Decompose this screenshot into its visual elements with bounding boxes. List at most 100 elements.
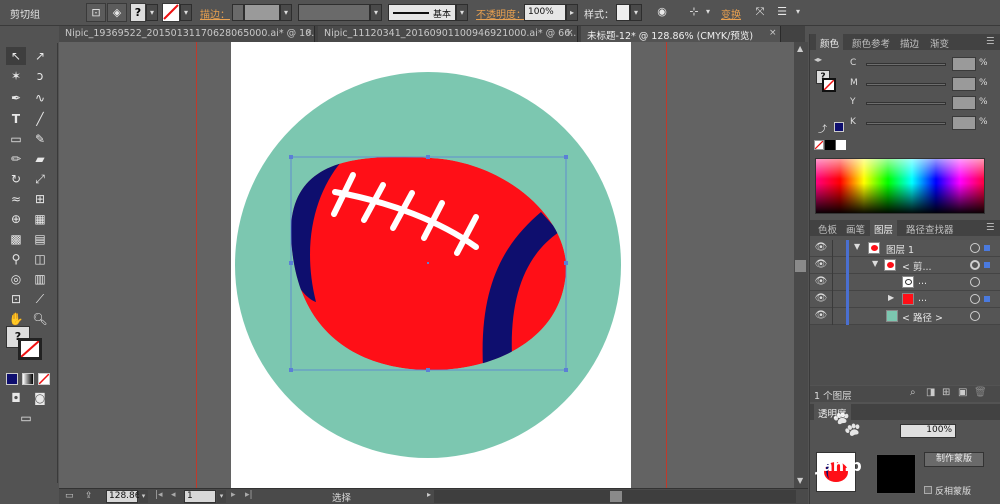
layer-row[interactable]: 👁︎ ▶ ...	[810, 291, 1000, 308]
width-tool-icon[interactable]: ≈	[6, 190, 26, 208]
target-icon[interactable]	[970, 277, 980, 287]
visibility-eye-icon[interactable]: 👁︎	[814, 241, 828, 255]
draw-behind-icon[interactable]: ◙	[30, 389, 50, 407]
stroke-swatch-button[interactable]	[162, 3, 180, 22]
shape-builder-tool-icon[interactable]: ⊕	[6, 210, 26, 228]
tab-color[interactable]: 颜色	[816, 34, 844, 50]
layer-name[interactable]: < 路径 >	[902, 310, 943, 324]
layer-name[interactable]: 图层 1	[886, 242, 914, 256]
stroke-swatch[interactable]	[18, 338, 42, 360]
scroll-down-icon[interactable]: ▼	[797, 476, 803, 485]
transform-each-icon[interactable]: ⤧	[750, 3, 770, 22]
paintbrush-tool-icon[interactable]: ✎	[30, 130, 50, 148]
visibility-eye-icon[interactable]: 👁︎	[814, 292, 828, 306]
channel-k-input[interactable]	[952, 116, 976, 130]
gradient-tool-icon[interactable]: ▤	[30, 230, 50, 248]
doc-tab-active[interactable]: 未标题-12* @ 128.86% (CMYK/预览)	[581, 26, 781, 42]
first-artboard-icon[interactable]: |◂	[155, 490, 163, 500]
screen-mode-icon[interactable]: ▭	[16, 409, 36, 427]
black-swatch[interactable]	[825, 140, 835, 150]
visibility-eye-icon[interactable]: 👁︎	[814, 309, 828, 323]
zoom-tool-icon[interactable]: 🔍︎	[30, 310, 50, 328]
scroll-thumb[interactable]	[795, 260, 806, 272]
export-icon[interactable]: ⇪	[85, 491, 93, 501]
make-mask-button[interactable]: 制作蒙版	[924, 452, 984, 467]
fill-dropdown-icon[interactable]: ▾	[146, 4, 158, 21]
mask-thumbnail[interactable]	[876, 454, 916, 494]
fill-swatch-button[interactable]: ?	[130, 3, 146, 22]
artboard-number-input[interactable]: 1	[184, 490, 216, 503]
share-icon[interactable]: ▭	[65, 491, 74, 501]
none-color-swatch[interactable]	[814, 140, 824, 150]
stroke-stepper[interactable]	[232, 4, 244, 21]
tab-swatches[interactable]: 色板	[814, 220, 841, 236]
channel-y-input[interactable]	[952, 96, 976, 110]
doc-tab-1-close-icon[interactable]: ×	[305, 28, 313, 38]
slider-c[interactable]: C%	[810, 56, 1000, 72]
delete-layer-icon[interactable]: 🗑︎	[974, 387, 987, 398]
brush-definition-select[interactable]: 基本	[388, 4, 456, 21]
none-mode-icon[interactable]	[38, 373, 50, 385]
eyedropper-tool-icon[interactable]: ⚲	[6, 250, 26, 268]
zoom-dropdown-icon[interactable]: ▾	[139, 490, 148, 503]
selected-indicator[interactable]	[984, 245, 990, 251]
pen-tool-icon[interactable]: ✒	[6, 89, 26, 107]
status-menu-icon[interactable]: ▸	[427, 490, 431, 499]
type-tool-icon[interactable]: T	[6, 110, 26, 128]
horizontal-scrollbar[interactable]	[434, 490, 796, 503]
scroll-up-icon[interactable]: ▲	[797, 44, 803, 53]
selected-indicator[interactable]	[984, 296, 990, 302]
transform-link[interactable]: 变换	[721, 6, 741, 21]
out-of-gamut-icon[interactable]: ⤴	[818, 122, 827, 135]
channel-m-input[interactable]	[952, 77, 976, 91]
layer-row[interactable]: 👁︎ ...	[810, 274, 1000, 291]
layer-row[interactable]: 👁︎ ▼ < 剪...	[810, 257, 1000, 274]
locate-object-icon[interactable]: ⌕	[910, 387, 916, 398]
symbol-sprayer-tool-icon[interactable]: ◎	[6, 270, 26, 288]
expand-triangle-icon[interactable]: ▼	[854, 242, 860, 251]
stroke-weight-dropdown-icon[interactable]: ▾	[280, 4, 292, 21]
doc-tab-active-close-icon[interactable]: ×	[769, 28, 777, 38]
artwork[interactable]	[231, 42, 631, 488]
prev-artboard-icon[interactable]: ◂	[171, 490, 176, 500]
visibility-eye-icon[interactable]: 👁︎	[814, 258, 828, 272]
eraser-tool-icon[interactable]: ▰	[30, 150, 50, 168]
artboard-dropdown-icon[interactable]: ▾	[217, 490, 226, 503]
target-icon[interactable]	[970, 294, 980, 304]
opacity-label[interactable]: 不透明度：	[476, 6, 526, 21]
tab-layers[interactable]: 图层	[870, 220, 898, 236]
variable-width-select[interactable]	[298, 4, 370, 21]
canvas-area[interactable]	[59, 42, 794, 488]
pencil-tool-icon[interactable]: ✏	[6, 150, 26, 168]
layers-menu-icon[interactable]: ☰	[982, 220, 999, 236]
invert-mask-checkbox[interactable]	[924, 486, 932, 494]
expand-triangle-icon[interactable]: ▼	[872, 259, 878, 268]
panel-menu-icon[interactable]: ☰	[772, 3, 792, 22]
white-swatch[interactable]	[836, 140, 846, 150]
free-transform-tool-icon[interactable]: ⊞	[30, 190, 50, 208]
visibility-eye-icon[interactable]: 👁︎	[814, 275, 828, 289]
layer-name[interactable]: ...	[918, 276, 927, 287]
zoom-input[interactable]: 128.86	[106, 490, 141, 503]
direct-selection-tool-icon[interactable]: ↗	[30, 47, 50, 65]
rotate-tool-icon[interactable]: ↻	[6, 170, 26, 188]
scale-tool-icon[interactable]: ⤢	[30, 170, 50, 188]
artboard[interactable]	[231, 42, 631, 488]
mesh-tool-icon[interactable]: ▩	[6, 230, 26, 248]
last-color-swatch[interactable]	[834, 122, 844, 132]
style-swatch[interactable]	[616, 4, 630, 21]
stroke-weight-input[interactable]	[244, 4, 280, 21]
blend-tool-icon[interactable]: ◫	[30, 250, 50, 268]
brush-dropdown-icon[interactable]: ▾	[456, 4, 468, 21]
style-dropdown-icon[interactable]: ▾	[630, 4, 642, 21]
align-to-icon[interactable]: ⊹	[684, 3, 704, 22]
color-mode-swatch[interactable]	[6, 373, 18, 385]
make-clipping-mask-icon[interactable]: ◨	[926, 387, 935, 398]
align-dropdown-icon[interactable]: ▾	[702, 4, 714, 21]
stroke-weight-label[interactable]: 描边：	[200, 6, 230, 21]
slice-tool-icon[interactable]: ⟋	[30, 290, 50, 308]
new-layer-icon[interactable]: ▣	[958, 387, 967, 398]
selection-tool-icon[interactable]: ↖	[6, 47, 26, 65]
slider-y[interactable]: Y%	[810, 95, 1000, 111]
channel-c-input[interactable]	[952, 57, 976, 71]
